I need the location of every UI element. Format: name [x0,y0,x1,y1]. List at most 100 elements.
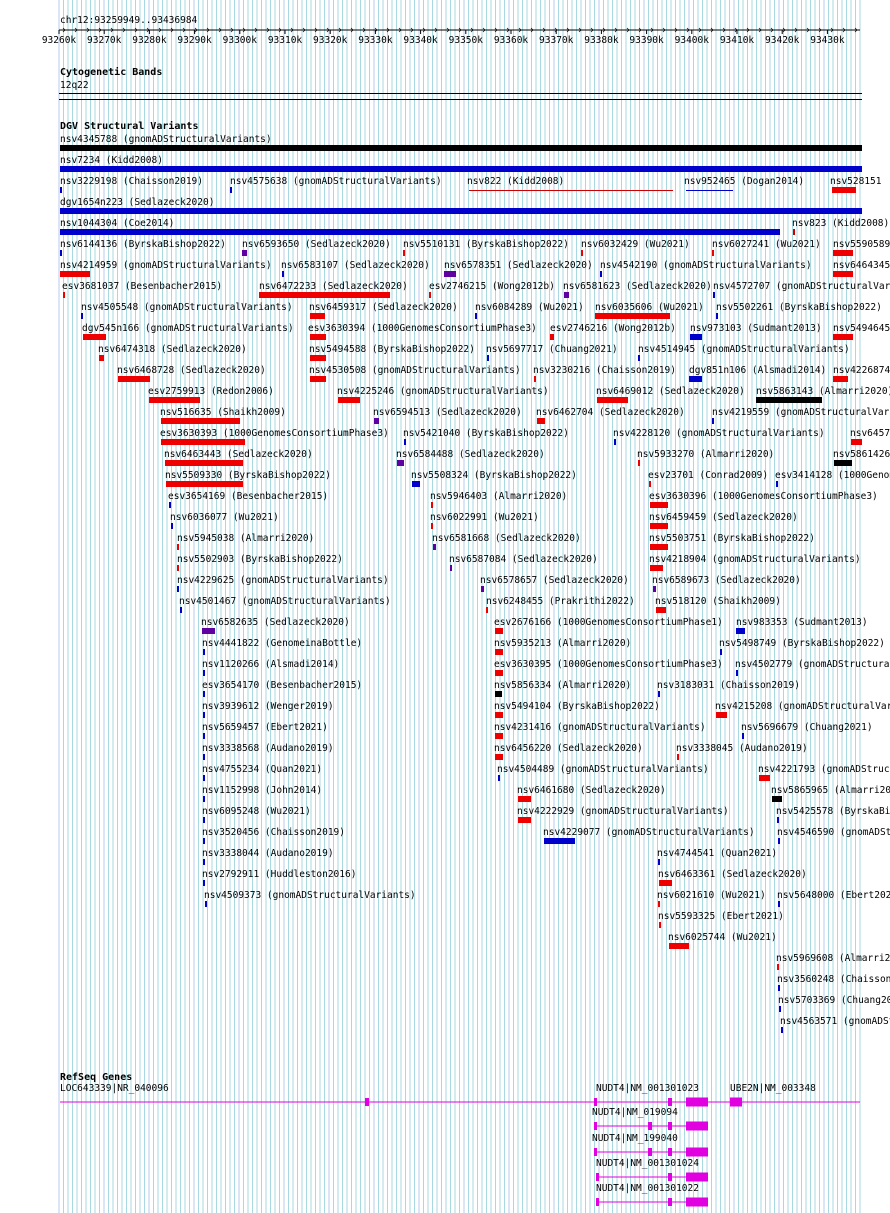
sv-bar[interactable] [781,1027,783,1033]
sv-label[interactable]: nsv6459317 (Sedlazeck2020) [309,302,458,313]
sv-bar[interactable] [833,271,853,277]
sv-label[interactable]: nsv973103 (Sudmant2013) [690,323,822,334]
sv-bar[interactable] [834,460,852,466]
sv-bar[interactable] [669,943,689,949]
sv-bar[interactable] [431,502,433,508]
sv-bar[interactable] [203,880,205,886]
sv-bar[interactable] [777,817,779,823]
sv-bar[interactable] [595,313,670,319]
sv-label[interactable]: nsv6032429 (Wu2021) [581,239,690,250]
sv-bar[interactable] [650,523,668,529]
sv-label[interactable]: nsv5969608 (Almarri2020) [776,953,890,964]
sv-bar[interactable] [433,544,436,550]
sv-label[interactable]: nsv3229198 (Chaisson2019) [60,176,203,187]
sv-label[interactable]: nsv6035606 (Wu2021) [595,302,704,313]
sv-bar[interactable] [581,250,583,256]
sv-bar[interactable] [165,460,243,466]
sv-bar[interactable] [614,439,616,445]
sv-bar[interactable] [498,775,500,781]
sv-label[interactable]: nsv6463361 (Sedlazeck2020) [658,869,807,880]
sv-bar[interactable] [177,586,179,592]
sv-label[interactable]: nsv6036077 (Wu2021) [170,512,279,523]
sv-label[interactable]: nsv4514945 (gnomADStructuralVariants) [638,344,850,355]
sv-label[interactable]: nsv4345788 (gnomADStructuralVariants) [60,134,272,145]
sv-bar[interactable] [230,187,232,193]
sv-label[interactable]: nsv5933270 (Almarri2020) [637,449,774,460]
sv-label[interactable]: nsv4226874 [833,365,890,376]
sv-bar[interactable] [736,670,738,676]
sv-label[interactable]: nsv3183031 (Chaisson2019) [657,680,800,691]
sv-label[interactable]: nsv4222929 (gnomADStructuralVariants) [517,806,729,817]
sv-bar[interactable] [686,190,733,191]
sv-label[interactable]: nsv6468728 (Sedlazeck2020) [117,365,266,376]
sv-label[interactable]: nsv6025744 (Wu2021) [668,932,777,943]
cyto-track-title[interactable]: Cytogenetic Bands [60,67,162,78]
sv-bar[interactable] [487,355,489,361]
sv-label[interactable]: nsv983353 (Sudmant2013) [736,617,868,628]
sv-bar[interactable] [282,271,284,277]
sv-label[interactable]: nsv952465 (Dogan2014) [684,176,804,187]
sv-bar[interactable] [486,607,488,613]
sv-bar[interactable] [713,292,715,298]
sv-bar[interactable] [495,712,503,718]
sv-bar[interactable] [779,1006,781,1012]
sv-label[interactable]: nsv4542190 (gnomADStructuralVariants) [600,260,812,271]
sv-label[interactable]: nsv5945038 (Almarri2020) [177,533,314,544]
sv-bar[interactable] [597,397,628,403]
sv-bar[interactable] [650,544,668,550]
sv-label[interactable]: nsv6248455 (Prakrithi2022) [486,596,635,607]
sv-label[interactable]: esv3630393 (1000GenomesConsortiumPhase3) [160,428,389,439]
sv-label[interactable]: nsv5425578 (ByrskaBishop2022) [776,806,890,817]
sv-label[interactable]: nsv6462704 (Sedlazeck2020) [536,407,685,418]
sv-bar[interactable] [659,922,661,928]
sv-bar[interactable] [202,628,215,634]
sv-bar[interactable] [397,460,404,466]
sv-label[interactable]: nsv5856334 (Almarri2020) [494,680,631,691]
sv-label[interactable]: nsv4441822 (GenomeinaBottle) [202,638,362,649]
sv-label[interactable]: nsv5502261 (ByrskaBishop2022) [716,302,882,313]
sv-label[interactable]: nsv6584488 (Sedlazeck2020) [396,449,545,460]
sv-bar[interactable] [638,355,640,361]
sv-label[interactable]: dgv851n106 (Alsmadi2014) [689,365,826,376]
sv-label[interactable]: nsv6578351 (Sedlazeck2020) [444,260,593,271]
sv-label[interactable]: nsv5593325 (Ebert2021) [658,911,784,922]
sv-label[interactable]: nsv4509373 (gnomADStructuralVariants) [204,890,416,901]
sv-label[interactable]: nsv5510131 (ByrskaBishop2022) [403,239,569,250]
sv-bar[interactable] [374,418,379,424]
sv-bar[interactable] [544,838,575,844]
sv-bar[interactable] [60,145,862,151]
sv-bar[interactable] [550,334,554,340]
sv-label[interactable]: esv3630395 (1000GenomesConsortiumPhase3) [494,659,723,670]
sv-bar[interactable] [259,292,390,298]
sv-label[interactable]: esv2746216 (Wong2012b) [550,323,676,334]
sv-label[interactable]: nsv822 (Kidd2008) [467,176,564,187]
sv-bar[interactable] [653,586,656,592]
sv-bar[interactable] [450,565,452,571]
sv-bar[interactable] [650,502,668,508]
refseq-track-title[interactable]: RefSeq Genes [60,1072,132,1083]
sv-label[interactable]: nsv4546590 (gnomADStructuralVariants) [777,827,890,838]
sv-label[interactable]: nsv5494104 (ByrskaBishop2022) [494,701,660,712]
sv-label[interactable]: nsv6464345 [833,260,890,271]
sv-bar[interactable] [177,544,179,550]
sv-bar[interactable] [161,418,240,424]
sv-bar[interactable] [60,229,780,235]
sv-bar[interactable] [429,292,431,298]
sv-label[interactable]: nsv5508324 (ByrskaBishop2022) [411,470,577,481]
sv-bar[interactable] [518,796,531,802]
sv-label[interactable]: esv3630394 (1000GenomesConsortiumPhase3) [308,323,537,334]
sv-label[interactable]: esv3414128 (1000Genomes) [775,470,890,481]
sv-bar[interactable] [495,691,502,697]
sv-bar[interactable] [60,250,62,256]
sv-label[interactable]: nsv4215208 (gnomADStructuralVariants) [715,701,890,712]
sv-label[interactable]: nsv4572707 (gnomADStructuralVariants) [713,281,890,292]
sv-bar[interactable] [537,418,545,424]
sv-bar[interactable] [481,586,484,592]
sv-bar[interactable] [404,439,406,445]
sv-label[interactable]: nsv6456220 (Sedlazeck2020) [494,743,643,754]
sv-bar[interactable] [832,187,856,193]
sv-bar[interactable] [412,481,420,487]
sv-bar[interactable] [534,376,536,382]
sv-label[interactable]: nsv4575638 (gnomADStructuralVariants) [230,176,442,187]
sv-label[interactable]: nsv3338044 (Audano2019) [202,848,334,859]
